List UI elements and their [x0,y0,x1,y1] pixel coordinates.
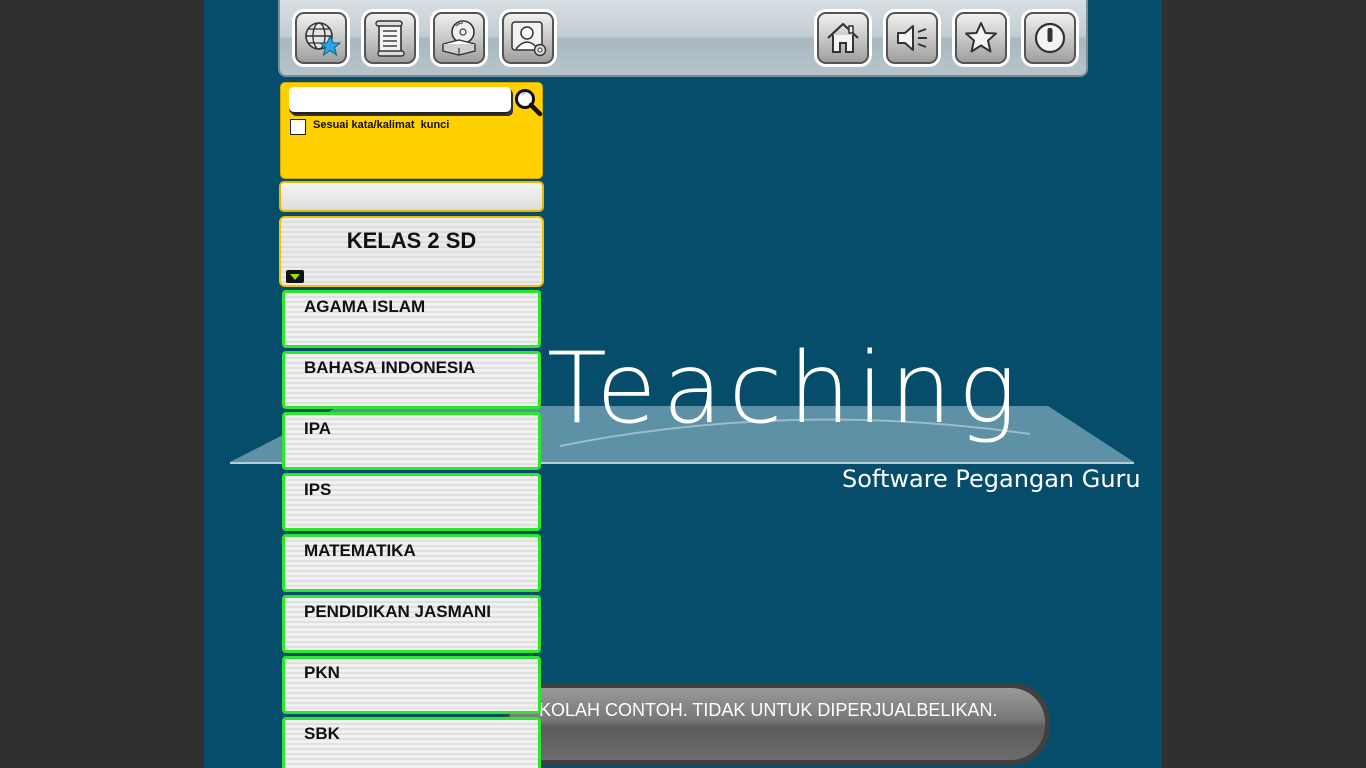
subject-item-sbk[interactable]: SBK [282,717,541,768]
home-icon [827,22,859,53]
subject-label: IPA [304,419,332,438]
notice-marquee: KOLAH CONTOH. TIDAK UNTUK DIPERJUALBELIK… [504,683,1050,765]
subject-label: SBK [304,724,340,743]
class-selector-label: KELAS 2 SD [346,228,477,253]
user-settings-icon [511,21,547,57]
disc-book-button[interactable] [430,9,488,67]
star-icon [965,22,997,53]
sound-button[interactable] [883,9,941,67]
favorite-button[interactable] [952,9,1010,67]
search-icon[interactable] [513,87,543,117]
subject-list: AGAMA ISLAM BAHASA INDONESIA IPA IPS MAT… [282,290,541,768]
chevron-down-icon[interactable] [286,270,304,283]
notice-text: KOLAH CONTOH. TIDAK UNTUK DIPERJUALBELIK… [539,700,998,720]
top-toolbar [278,0,1088,77]
globe-star-icon [305,22,341,57]
subject-item-ipa[interactable]: IPA [282,412,541,470]
search-panel: Sesuai kata/kalimat kunci [280,82,543,179]
keyword-match-label: Sesuai kata/kalimat kunci [313,119,450,131]
subject-label: PENDIDIKAN JASMANI [304,602,492,621]
speaker-icon [897,25,927,51]
disc-book-icon [442,20,476,56]
subject-label: BAHASA INDONESIA [304,358,476,377]
subject-item-matematika[interactable]: MATEMATIKA [282,534,541,592]
subject-label: AGAMA ISLAM [304,297,426,316]
keyword-match-checkbox[interactable] [290,119,306,135]
logo-subtitle: Software Pegangan Guru [842,465,1141,493]
logo-title: Teaching [547,332,1023,446]
subject-item-ips[interactable]: IPS [282,473,541,531]
blank-strip [279,181,544,212]
user-settings-button[interactable] [499,9,557,67]
subject-label: PKN [304,663,340,682]
subject-item-pkn[interactable]: PKN [282,656,541,714]
class-selector[interactable]: KELAS 2 SD [279,216,544,287]
app-stage: Teaching Software Pegangan Guru Sesuai k… [204,0,1162,768]
subject-label: IPS [304,480,332,499]
power-button[interactable] [1021,9,1079,67]
scroll-document-icon [375,20,405,57]
subject-item-bahasa-indonesia[interactable]: BAHASA INDONESIA [282,351,541,409]
globe-star-button[interactable] [292,9,350,67]
power-icon [1034,22,1066,54]
search-input[interactable] [289,87,511,114]
subject-item-agama-islam[interactable]: AGAMA ISLAM [282,290,541,348]
scroll-document-button[interactable] [361,9,419,67]
home-button[interactable] [814,9,872,67]
subject-label: MATEMATIKA [304,541,416,560]
subject-item-pendidikan-jasmani[interactable]: PENDIDIKAN JASMANI [282,595,541,653]
